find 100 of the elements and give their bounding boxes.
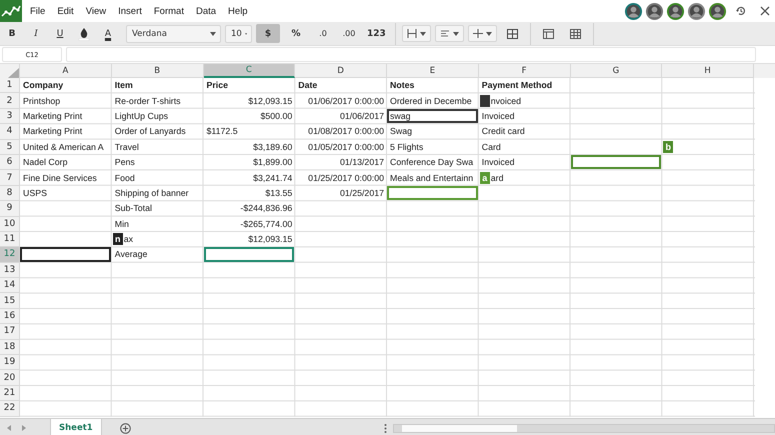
row-header[interactable]: 13 [0, 262, 20, 278]
row-header[interactable]: 16 [0, 308, 20, 324]
column-header[interactable]: F [478, 64, 570, 78]
sheet-tab[interactable]: Sheet1 [50, 419, 102, 435]
column-header[interactable]: A [20, 64, 112, 78]
close-icon[interactable] [760, 6, 770, 16]
row-header[interactable]: 21 [0, 386, 20, 402]
cell-text: Sub-Total [114, 203, 152, 214]
menu-item[interactable]: Data [196, 6, 216, 16]
cell-text: Meals and Entertainn [390, 172, 474, 183]
format-button[interactable]: % [284, 24, 308, 43]
cell-text: $500.00 [260, 110, 292, 121]
row-header[interactable]: 10 [0, 216, 20, 232]
font-dropdown[interactable]: Verdana [126, 24, 221, 42]
cell-text: Travel [114, 142, 139, 152]
row-header[interactable]: 2 [0, 93, 20, 109]
cell-text: Payment Method [482, 80, 552, 90]
column-header[interactable]: D [295, 64, 387, 78]
caret-icon [452, 32, 459, 36]
cell-text: Invoiced [482, 110, 515, 121]
row-header[interactable]: 9 [0, 201, 20, 217]
column-header[interactable]: B [112, 64, 204, 78]
format-button[interactable]: $ [256, 24, 280, 43]
cell-text: Invoiced [482, 157, 515, 168]
menu-item[interactable]: Insert [118, 6, 142, 16]
cell-text: Re-order T-shirts [114, 96, 181, 106]
cell-text: Date [298, 80, 318, 90]
underline-button[interactable]: U [50, 24, 70, 43]
menu-item[interactable]: Edit [57, 6, 74, 16]
row-header[interactable]: 15 [0, 293, 20, 309]
menu-item[interactable]: File [30, 6, 46, 16]
cell-text: Nadel Corp [23, 157, 68, 168]
user-avatar-icon[interactable] [708, 2, 727, 20]
row-header[interactable]: 18 [0, 340, 20, 356]
row-header[interactable]: 17 [0, 324, 20, 340]
format-button[interactable]: 123 [364, 24, 389, 43]
table-icon[interactable] [570, 28, 581, 38]
row-header[interactable]: 1 [0, 78, 20, 94]
italic-button[interactable]: I [26, 24, 46, 43]
user-avatar-icon[interactable] [666, 2, 685, 20]
caret-icon [210, 32, 216, 36]
user-avatar-icon[interactable] [624, 2, 643, 20]
cell-text: swag [390, 110, 411, 121]
cell-text: Marketing Print [23, 110, 82, 121]
caret-icon [420, 32, 426, 36]
font-size-dropdown[interactable]: 10 [225, 24, 252, 42]
row-header[interactable]: 19 [0, 355, 20, 370]
add-sheet-icon[interactable] [120, 422, 131, 434]
cursor-name-flag: n [112, 233, 123, 246]
column-header[interactable]: H [662, 64, 754, 78]
row-header[interactable]: 4 [0, 124, 20, 140]
more-icon[interactable] [384, 424, 387, 432]
cell-text: Min [114, 218, 129, 229]
row-header[interactable]: 6 [0, 154, 20, 170]
cell-text: 01/25/2017 0:00:00 [308, 172, 384, 183]
bold-button[interactable]: B [2, 24, 22, 43]
cell-text: Credit card [482, 126, 525, 136]
cell-text: Shipping of banner [114, 188, 189, 198]
row-header[interactable]: 22 [0, 401, 20, 417]
row-header[interactable]: 20 [0, 370, 20, 386]
decimal-button[interactable]: .0 [312, 24, 334, 43]
cell-text: Ordered in Decembe [390, 96, 472, 106]
cell-text: 01/25/2017 [340, 188, 384, 198]
decimal-button[interactable]: .00 [338, 24, 360, 43]
cell-text: LightUp Cups [114, 110, 168, 121]
freeze-panes-icon[interactable] [542, 28, 554, 38]
row-header[interactable]: 7 [0, 170, 20, 186]
history-icon[interactable] [735, 5, 747, 17]
align-left-icon [440, 29, 450, 38]
column-header[interactable]: E [387, 64, 479, 78]
cursor-name-flag: b [663, 140, 674, 153]
cell-text: Food [114, 172, 135, 183]
menu-item[interactable]: View [86, 6, 106, 16]
merge-dropdown[interactable] [402, 25, 431, 42]
column-header[interactable]: G [570, 64, 662, 78]
row-header[interactable]: 14 [0, 278, 20, 294]
formula-field[interactable] [66, 47, 756, 62]
cell-text: 01/06/2017 0:00:00 [308, 96, 384, 106]
cell-text: Item [114, 80, 133, 90]
user-avatar-icon[interactable] [645, 2, 664, 20]
user-avatar-icon[interactable] [687, 2, 706, 20]
borders-icon[interactable] [506, 28, 518, 38]
row-header[interactable]: 3 [0, 108, 20, 124]
cell-text: Order of Lanyards [114, 126, 186, 136]
horizontal-scrollbar[interactable] [393, 424, 775, 432]
row-header[interactable]: 5 [0, 140, 20, 155]
cell-text: 5 Flights [390, 142, 424, 152]
paint-drop-icon [78, 26, 90, 40]
scrollbar-thumb[interactable] [402, 424, 517, 432]
cell-text: Card [482, 142, 501, 152]
menu-item[interactable]: Format [154, 6, 184, 16]
cursor-name-flag: a [480, 172, 490, 184]
vertical-align-dropdown[interactable] [468, 25, 497, 42]
row-header[interactable]: 8 [0, 186, 20, 202]
cell-text: ax [124, 234, 134, 244]
align-dropdown[interactable] [434, 25, 464, 42]
text-color-button[interactable]: A [98, 24, 118, 43]
cell-text: ard [490, 172, 504, 183]
row-header[interactable]: 11 [0, 232, 20, 248]
menu-item[interactable]: Help [228, 6, 248, 16]
